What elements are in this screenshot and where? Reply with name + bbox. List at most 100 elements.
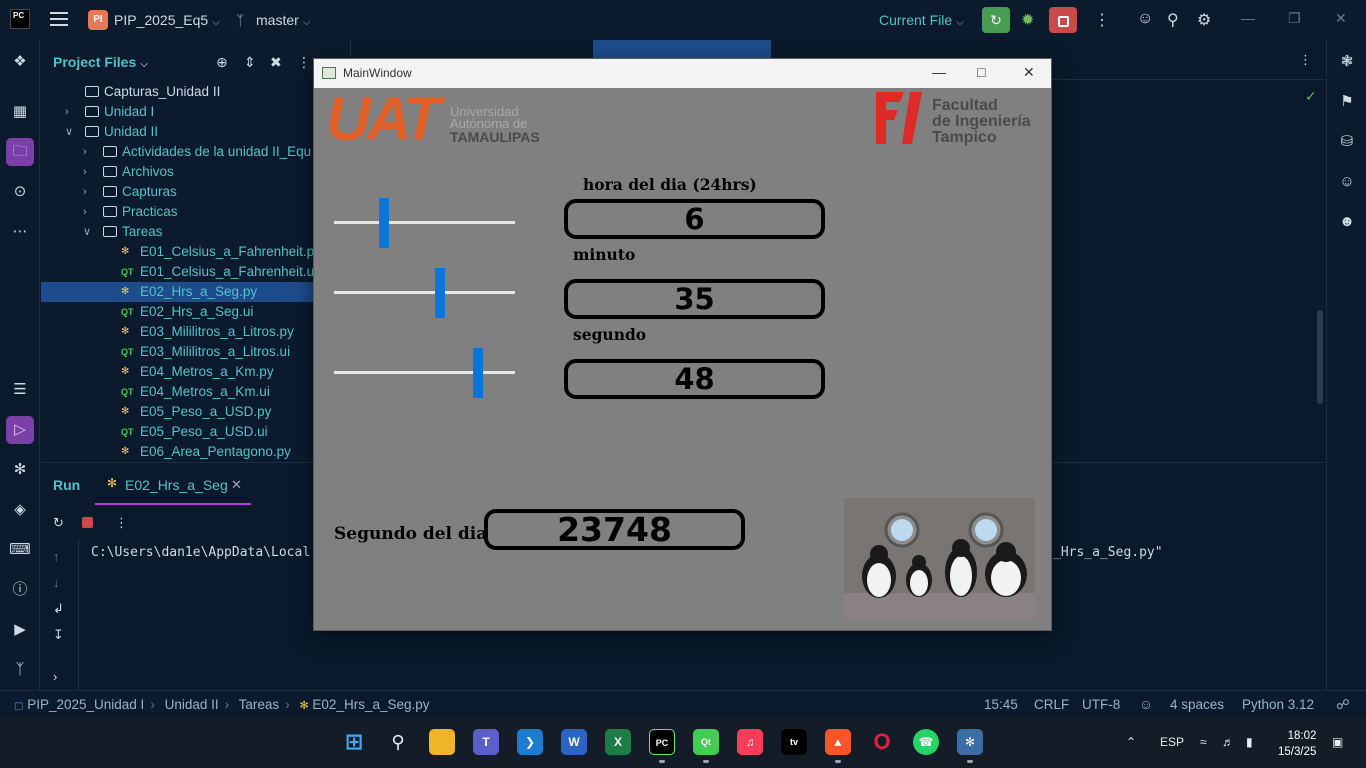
pycharm-taskbar-icon[interactable]: PC <box>649 729 675 755</box>
problems-icon[interactable]: ⓘ <box>6 576 34 604</box>
locate-file-icon[interactable]: ⊕ <box>216 54 228 71</box>
tree-file[interactable]: ✻ E02_Hrs_a_Seg.py <box>41 282 350 302</box>
file-explorer-icon[interactable] <box>429 729 455 755</box>
indent-setting[interactable]: 4 spaces <box>1170 697 1224 712</box>
minimize-icon[interactable]: — <box>1241 10 1255 26</box>
expand-all-icon[interactable]: ⇕ <box>244 54 256 71</box>
tray-expand-icon[interactable]: ⌃ <box>1126 735 1136 749</box>
notifications-bell-icon[interactable]: ⚑ <box>1333 88 1361 116</box>
notification-center-icon[interactable]: ▣ <box>1332 735 1343 749</box>
stop-icon[interactable] <box>82 517 93 528</box>
slider-handle[interactable] <box>435 268 445 318</box>
tree-folder[interactable]: › Capturas <box>41 182 350 202</box>
close-tab-icon[interactable]: ✕ <box>231 477 242 493</box>
tree-file[interactable]: QT E03_Mililitros_a_Litros.ui <box>41 342 350 362</box>
scroll-up-icon[interactable]: ↑ <box>53 549 60 564</box>
minute-slider[interactable] <box>334 268 515 318</box>
slider-handle[interactable] <box>473 348 483 398</box>
whatsapp-icon[interactable]: ☎ <box>913 729 939 755</box>
close-icon[interactable]: ✕ <box>1023 64 1035 81</box>
project-badge[interactable]: PI <box>88 10 108 30</box>
word-icon[interactable]: W <box>561 729 587 755</box>
chevron-right-icon[interactable]: › <box>65 102 77 122</box>
soft-wrap-icon[interactable]: ↲ <box>53 601 64 617</box>
opera-icon[interactable]: O <box>869 729 895 755</box>
tree-file[interactable]: ✻ E05_Peso_a_USD.py <box>41 402 350 422</box>
database-icon[interactable]: ⛁ <box>1333 128 1361 156</box>
tab-options-icon[interactable]: ⋮ <box>1299 52 1312 68</box>
pycharm-logo-icon[interactable]: PC <box>10 9 30 29</box>
tree-file[interactable]: ✻ E03_Mililitros_a_Litros.py <box>41 322 350 342</box>
copilot-chat-icon[interactable]: ☻ <box>1333 208 1361 236</box>
debug-icon[interactable]: ✹ <box>1021 10 1034 30</box>
more-actions-icon[interactable]: ⋮ <box>1094 10 1110 30</box>
maximize-icon[interactable]: □ <box>977 64 985 80</box>
tree-folder[interactable]: › Archivos <box>41 162 350 182</box>
wifi-icon[interactable]: ≈ <box>1200 735 1207 749</box>
tree-folder[interactable]: › Practicas <box>41 202 350 222</box>
cursor-position[interactable]: 15:45 <box>984 697 1018 712</box>
tree-folder[interactable]: › Unidad I <box>41 102 350 122</box>
rerun-icon[interactable]: ↻ <box>53 515 64 531</box>
services-icon[interactable]: ▶ <box>6 616 34 644</box>
git-icon[interactable]: ᛉ <box>6 656 34 684</box>
more-options-icon[interactable]: ⋮ <box>115 515 128 531</box>
chevron-right-icon[interactable]: › <box>83 202 95 222</box>
stop-button[interactable] <box>1049 7 1077 33</box>
copilot-status-icon[interactable]: ☺ <box>1139 697 1153 712</box>
ai-assistant-icon[interactable]: ❖ <box>6 48 34 76</box>
panel-options-icon[interactable]: ⋮ <box>297 54 311 71</box>
breadcrumb-item[interactable]: PIP_2025_Unidad I <box>27 697 144 712</box>
more-tools-icon[interactable]: ⋯ <box>6 218 34 246</box>
breadcrumb-item[interactable]: Unidad II <box>165 697 219 712</box>
run-tool-icon[interactable]: ▷ <box>6 416 34 444</box>
brave-icon[interactable]: ▲ <box>825 729 851 755</box>
tree-folder[interactable]: ∨ Unidad II <box>41 122 350 142</box>
tree-file[interactable]: QT E05_Peso_a_USD.ui <box>41 422 350 442</box>
main-window-title-bar[interactable]: MainWindow — □ ✕ <box>314 59 1051 88</box>
lock-icon[interactable]: ☍ <box>1336 697 1350 713</box>
terminal-icon[interactable]: ⌨ <box>6 536 34 564</box>
search-icon[interactable]: ⚲ <box>385 729 411 755</box>
restore-icon[interactable]: ❐ <box>1288 10 1301 27</box>
second-slider[interactable] <box>334 348 515 398</box>
tree-file[interactable]: QT E04_Metros_a_Km.ui <box>41 382 350 402</box>
line-ending[interactable]: CRLF <box>1034 697 1069 712</box>
tree-folder[interactable]: Capturas_Unidad II <box>41 82 350 102</box>
structure-icon[interactable]: ▦ <box>6 98 34 126</box>
layers-icon[interactable]: ◈ <box>6 496 34 524</box>
music-icon[interactable]: ♫ <box>737 729 763 755</box>
apple-tv-icon[interactable]: tv <box>781 729 807 755</box>
chevron-right-icon[interactable]: › <box>83 142 95 162</box>
search-icon[interactable]: ⚲ <box>1167 10 1179 30</box>
tree-file[interactable]: ✻ E01_Celsius_a_Fahrenheit.py <box>41 242 350 262</box>
breadcrumb-item[interactable]: Tareas <box>239 697 280 712</box>
rerun-button[interactable]: ↻ <box>982 7 1010 33</box>
qt-designer-icon[interactable]: Qt <box>693 729 719 755</box>
file-encoding[interactable]: UTF-8 <box>1082 697 1120 712</box>
collapse-all-icon[interactable]: ✖ <box>270 54 282 71</box>
volume-icon[interactable]: ♬ <box>1222 735 1234 749</box>
chevron-down-icon[interactable]: ∨ <box>65 122 77 142</box>
commit-icon[interactable]: ⊙ <box>6 178 34 206</box>
project-files-selector[interactable]: Project Files ⌵ <box>53 54 148 70</box>
chevron-right-icon[interactable]: › <box>83 162 95 182</box>
teams-icon[interactable]: T <box>473 729 499 755</box>
tree-file[interactable]: ✻ E06_Area_Pentagono.py <box>41 442 350 462</box>
start-icon[interactable]: ⊞ <box>341 729 367 755</box>
python-packages-icon[interactable]: ✻ <box>6 456 34 484</box>
run-tab-label[interactable]: E02_Hrs_a_Seg <box>125 477 228 493</box>
python-app-icon[interactable]: ✻ <box>957 729 983 755</box>
expand-icon[interactable]: › <box>53 669 57 684</box>
settings-gear-icon[interactable]: ⚙ <box>1197 10 1211 30</box>
scroll-to-end-icon[interactable]: ↧ <box>53 627 64 643</box>
ai-chat-icon[interactable]: ❃ <box>1333 48 1361 76</box>
branch-selector[interactable]: master ⌵ <box>256 12 310 28</box>
battery-icon[interactable]: ▮ <box>1246 735 1253 749</box>
tree-file[interactable]: QT E02_Hrs_a_Seg.ui <box>41 302 350 322</box>
breadcrumb-item[interactable]: E02_Hrs_a_Seg.py <box>312 697 429 712</box>
system-clock[interactable]: 18:02 15/3/25 <box>1278 728 1316 760</box>
python-interpreter[interactable]: Python 3.12 <box>1242 697 1314 712</box>
tree-folder[interactable]: ∨ Tareas <box>41 222 350 242</box>
project-selector[interactable]: PIP_2025_Eq5 ⌵ <box>114 12 220 28</box>
